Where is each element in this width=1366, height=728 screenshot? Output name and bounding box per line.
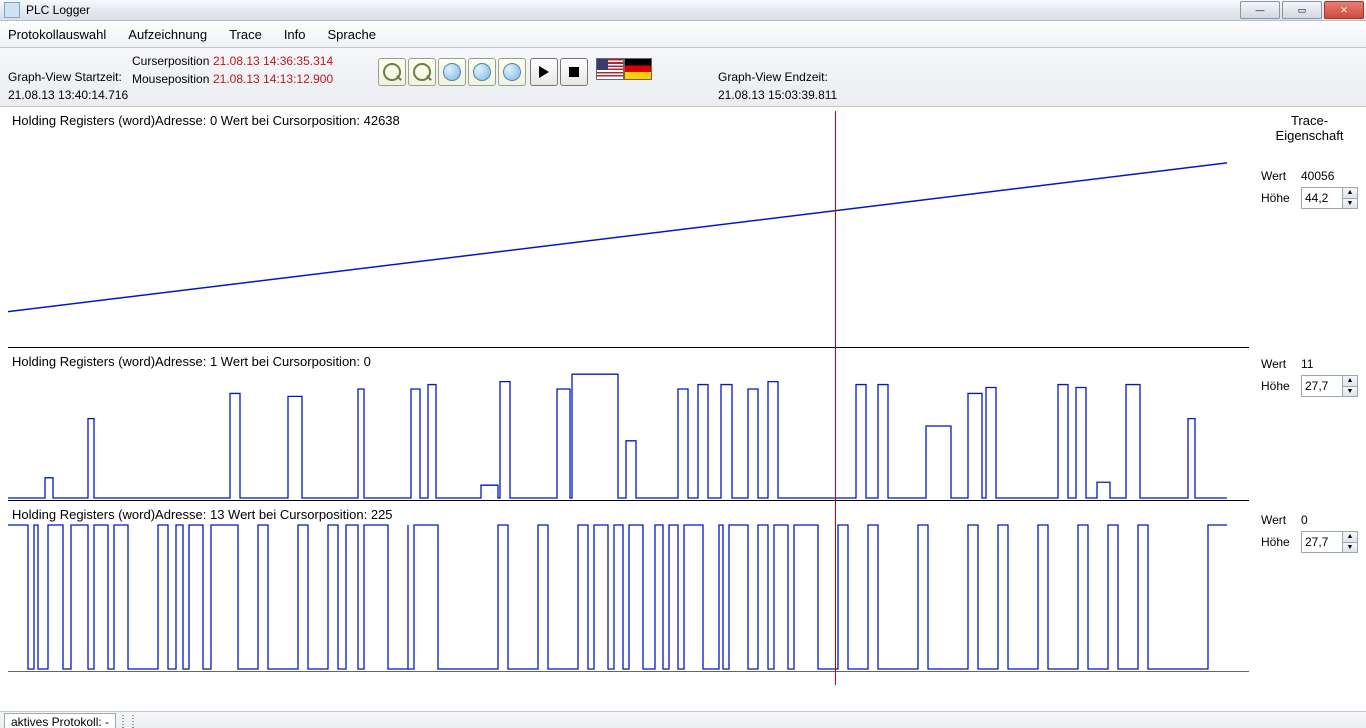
menu-protokollauswahl[interactable]: Protokollauswahl: [8, 27, 106, 42]
toolbar: Graph-View Startzeit: 21.08.13 13:40:14.…: [0, 48, 1366, 107]
stop-button[interactable]: [560, 58, 588, 86]
hoehe-spinner-1[interactable]: ▲▼: [1301, 375, 1358, 397]
hoehe-label: Höhe: [1261, 535, 1295, 549]
globe-icon: [443, 63, 461, 81]
wert-value-0: 40056: [1301, 169, 1334, 183]
chart-hr13[interactable]: Holding Registers (word)Adresse: 13 Wert…: [8, 505, 1249, 672]
hoehe-label: Höhe: [1261, 191, 1295, 205]
nav-first-button[interactable]: [438, 58, 466, 86]
hoehe-input-2[interactable]: [1302, 532, 1342, 552]
hoehe-spinner-0[interactable]: ▲▼: [1301, 187, 1358, 209]
grip-icon: [122, 715, 124, 728]
chart-hr0[interactable]: Holding Registers (word)Adresse: 0 Wert …: [8, 111, 1249, 348]
menu-bar: Protokollauswahl Aufzeichnung Trace Info…: [0, 21, 1366, 48]
zoom-out-button[interactable]: [408, 58, 436, 86]
play-button[interactable]: [530, 58, 558, 86]
spinner-up-icon[interactable]: ▲: [1343, 188, 1357, 199]
spinner-down-icon[interactable]: ▼: [1343, 199, 1357, 209]
cursor-position-value: 21.08.13 14:36:35.314: [213, 54, 333, 68]
hoehe-input-1[interactable]: [1302, 376, 1342, 396]
wert-label: Wert: [1261, 357, 1295, 371]
menu-info[interactable]: Info: [284, 27, 306, 42]
trace-properties-title: Trace-Eigenschaft: [1261, 113, 1358, 143]
spinner-up-icon[interactable]: ▲: [1343, 376, 1357, 387]
zoom-out-icon: [413, 63, 431, 81]
grip-icon: [132, 715, 134, 728]
maximize-button[interactable]: ▭: [1282, 1, 1322, 19]
nav-next-button[interactable]: [498, 58, 526, 86]
hoehe-label: Höhe: [1261, 379, 1295, 393]
graph-area: Holding Registers (word)Adresse: 0 Wert …: [0, 107, 1253, 711]
zoom-in-button[interactable]: [378, 58, 406, 86]
end-time-label: Graph-View Endzeit:: [718, 70, 828, 84]
mouse-position-value: 21.08.13 14:13:12.900: [213, 72, 333, 86]
nav-prev-button[interactable]: [468, 58, 496, 86]
menu-aufzeichnung[interactable]: Aufzeichnung: [128, 27, 207, 42]
wert-label: Wert: [1261, 513, 1295, 527]
flag-de-button[interactable]: [624, 58, 652, 80]
status-bar: aktives Protokoll: -: [0, 711, 1366, 728]
spinner-down-icon[interactable]: ▼: [1343, 543, 1357, 553]
spinner-up-icon[interactable]: ▲: [1343, 532, 1357, 543]
minimize-button[interactable]: —: [1240, 1, 1280, 19]
play-icon: [539, 66, 549, 78]
mouse-position-label: Mouseposition: [132, 72, 209, 86]
menu-sprache[interactable]: Sprache: [328, 27, 376, 42]
start-time-value: 21.08.13 13:40:14.716: [8, 88, 128, 102]
active-protocol-status: aktives Protokoll: -: [4, 713, 116, 728]
flag-us-button[interactable]: [596, 58, 624, 80]
cursor-line[interactable]: [835, 111, 836, 685]
wert-label: Wert: [1261, 169, 1295, 183]
chart-hr1-title: Holding Registers (word)Adresse: 1 Wert …: [12, 354, 371, 369]
menu-trace[interactable]: Trace: [229, 27, 262, 42]
trace-properties-panel: Trace-Eigenschaft Wert 40056 Höhe ▲▼ Wer…: [1253, 107, 1366, 711]
wert-value-1: 11: [1301, 357, 1313, 371]
globe-icon: [503, 63, 521, 81]
stop-icon: [569, 67, 579, 77]
end-time-value: 21.08.13 15:03:39.811: [718, 88, 837, 102]
chart-hr1[interactable]: Holding Registers (word)Adresse: 1 Wert …: [8, 352, 1249, 501]
chart-hr0-title: Holding Registers (word)Adresse: 0 Wert …: [12, 113, 400, 128]
hoehe-input-0[interactable]: [1302, 188, 1342, 208]
globe-icon: [473, 63, 491, 81]
cursor-position-label: Curserposition: [132, 54, 209, 68]
close-button[interactable]: ✕: [1324, 1, 1364, 19]
title-bar: PLC Logger — ▭ ✕: [0, 0, 1366, 21]
wert-value-2: 0: [1301, 513, 1308, 527]
window-title: PLC Logger: [26, 3, 90, 17]
zoom-in-icon: [383, 63, 401, 81]
spinner-down-icon[interactable]: ▼: [1343, 387, 1357, 397]
chart-hr13-title: Holding Registers (word)Adresse: 13 Wert…: [12, 507, 393, 522]
hoehe-spinner-2[interactable]: ▲▼: [1301, 531, 1358, 553]
app-icon: [4, 2, 20, 18]
start-time-label: Graph-View Startzeit:: [8, 70, 122, 84]
